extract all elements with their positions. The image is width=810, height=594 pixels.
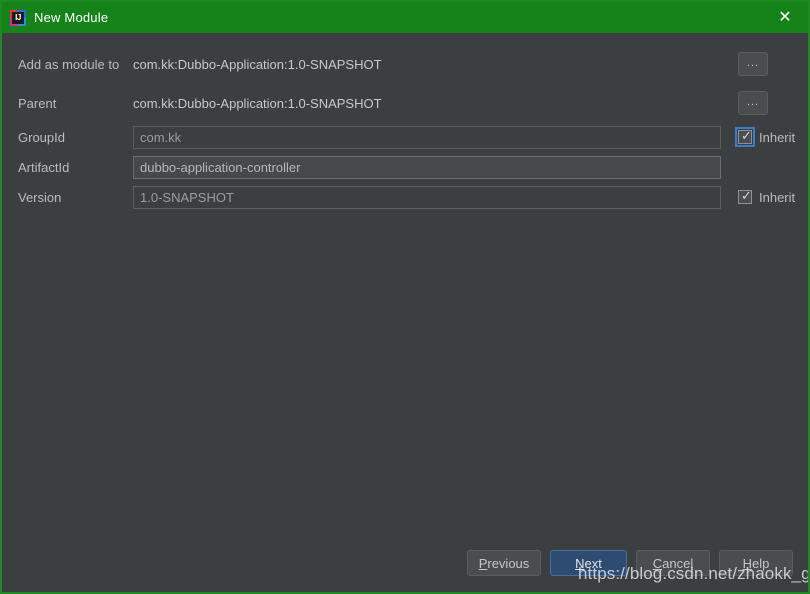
row-add-as-module-to: Add as module to com.kk:Dubbo-Applicatio… bbox=[2, 49, 808, 79]
value-parent: com.kk:Dubbo-Application:1.0-SNAPSHOT bbox=[133, 95, 382, 111]
new-module-dialog: IJ New Module ✕ Add as module to com.kk:… bbox=[0, 0, 810, 594]
version-inherit-label: Inherit bbox=[759, 189, 796, 205]
next-button-label: ext bbox=[584, 555, 602, 571]
browse-button-parent[interactable]: ... bbox=[738, 91, 768, 115]
help-button-label: elp bbox=[752, 555, 770, 571]
previous-button-mnemonic: P bbox=[478, 555, 488, 571]
module-form: Add as module to com.kk:Dubbo-Applicatio… bbox=[2, 33, 808, 592]
dialog-title-bar: IJ New Module ✕ bbox=[2, 2, 808, 33]
next-button-mnemonic: N bbox=[575, 555, 585, 571]
help-button[interactable]: Help bbox=[719, 550, 793, 576]
value-add-as-module-to: com.kk:Dubbo-Application:1.0-SNAPSHOT bbox=[133, 56, 382, 72]
row-groupid: GroupId ✓ Inherit bbox=[2, 122, 808, 152]
groupid-input[interactable] bbox=[133, 125, 721, 149]
row-parent: Parent com.kk:Dubbo-Application:1.0-SNAP… bbox=[2, 88, 808, 118]
checkbox-box-version[interactable]: ✓ bbox=[738, 189, 752, 204]
label-groupid: GroupId bbox=[18, 129, 65, 145]
cancel-button[interactable]: Cancel bbox=[636, 550, 710, 576]
close-icon[interactable]: ✕ bbox=[762, 2, 808, 33]
dialog-title: New Module bbox=[34, 10, 109, 25]
row-version: Version ✓ Inherit bbox=[2, 182, 808, 212]
help-button-mnemonic: H bbox=[742, 555, 753, 571]
dialog-footer: Previous Next Cancel Help bbox=[2, 546, 808, 592]
version-input[interactable] bbox=[133, 185, 721, 209]
app-icon-letters: IJ bbox=[12, 11, 24, 24]
previous-button[interactable]: Previous bbox=[467, 550, 541, 576]
artifactid-input[interactable] bbox=[133, 155, 721, 179]
next-button[interactable]: Next bbox=[550, 550, 627, 576]
groupid-inherit-checkbox[interactable]: ✓ Inherit bbox=[735, 127, 796, 147]
intellij-idea-icon: IJ bbox=[10, 9, 26, 26]
label-parent: Parent bbox=[18, 95, 57, 111]
cancel-button-label: ancel bbox=[662, 555, 694, 571]
label-artifactid: ArtifactId bbox=[18, 159, 70, 175]
version-inherit-checkbox[interactable]: ✓ Inherit bbox=[738, 187, 795, 207]
label-version: Version bbox=[18, 189, 62, 205]
browse-button-add-as-module-to[interactable]: ... bbox=[738, 52, 768, 76]
groupid-inherit-label: Inherit bbox=[759, 129, 796, 145]
previous-button-label: revious bbox=[487, 555, 530, 571]
cancel-button-mnemonic: C bbox=[652, 555, 663, 571]
label-add-as-module-to: Add as module to bbox=[18, 56, 120, 72]
row-artifactid: ArtifactId bbox=[2, 152, 808, 182]
checkbox-box-groupid[interactable]: ✓ bbox=[735, 127, 755, 147]
